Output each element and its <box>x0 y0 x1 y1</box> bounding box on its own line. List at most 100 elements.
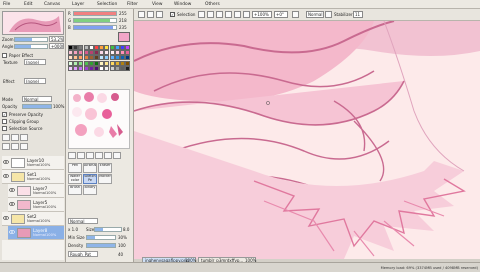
angle-value[interactable]: +0000 <box>49 43 64 49</box>
lasso-icon[interactable] <box>113 152 121 159</box>
mode-dropdown[interactable]: Normal <box>306 11 324 18</box>
clipping-group-checkbox[interactable] <box>2 119 7 124</box>
paper-effect-label: Paper Effect <box>9 53 34 58</box>
eraser-tool-button[interactable]: Eraser <box>98 163 112 173</box>
stabilizer-dropdown[interactable]: 11 <box>353 11 363 18</box>
selection-source-checkbox[interactable] <box>2 126 7 131</box>
canvas-artwork <box>134 21 480 259</box>
menu-file[interactable]: File <box>3 2 10 7</box>
marker-tool-button[interactable]: Marker <box>98 174 112 184</box>
brush-size-slider[interactable] <box>94 227 122 232</box>
layer-item[interactable]: Layer5 Normal 100% <box>8 198 64 212</box>
preserve-opacity-checkbox[interactable]: ✓ <box>2 112 7 117</box>
menu-selection[interactable]: Selection <box>97 2 117 7</box>
foreground-color-swatch[interactable] <box>118 32 130 42</box>
select-all-icon[interactable] <box>138 11 145 18</box>
menu-bar: File Edit Canvas Layer Selection Filter … <box>0 0 480 9</box>
eyedropper-icon[interactable] <box>95 152 103 159</box>
zoom-slider[interactable] <box>14 37 48 42</box>
pen-tool-button[interactable]: Pen <box>68 163 82 173</box>
eye-icon[interactable] <box>3 159 9 165</box>
zoom-in-icon[interactable] <box>207 11 214 18</box>
new-linework-icon[interactable] <box>11 134 19 141</box>
layer-opacity: 100% <box>46 205 57 209</box>
min-size-value: 30% <box>118 235 127 240</box>
layer-item[interactable]: Set2 Normal 100% <box>2 212 64 226</box>
menu-view[interactable]: View <box>152 2 162 7</box>
drawing-canvas[interactable] <box>134 21 480 259</box>
eye-icon[interactable] <box>3 173 9 179</box>
brush-texture-dropdown[interactable]: Rough_Pat <box>68 251 98 257</box>
sketch-tool-button[interactable]: Sketch Pe <box>83 174 97 184</box>
airbrush-tool-button[interactable]: AirBrush <box>83 163 97 173</box>
opacity-slider[interactable] <box>22 104 52 109</box>
scratchpad[interactable] <box>68 89 130 149</box>
paper-effect-checkbox[interactable] <box>2 53 7 58</box>
mode-label: Mode <box>2 97 13 102</box>
effect-dropdown[interactable]: (none) <box>24 78 46 84</box>
copy-layer-icon[interactable] <box>2 143 10 150</box>
layer-item[interactable]: Set1 Normal 100% <box>2 170 64 184</box>
new-folder-icon[interactable] <box>20 134 28 141</box>
eye-icon[interactable] <box>9 187 15 193</box>
navigator-preview[interactable] <box>2 11 64 35</box>
layer-thumbnail <box>17 200 31 210</box>
menu-layer[interactable]: Layer <box>72 2 84 7</box>
opacity-value: 100% <box>53 104 65 109</box>
texture-dropdown[interactable]: (none) <box>24 59 46 65</box>
top-toolbar: ✓ Selection +100% +0° Normal Stabilizer … <box>134 9 480 21</box>
brush-texture-amount: 40 <box>118 252 124 257</box>
zoom-dropdown[interactable]: +100% <box>252 11 272 18</box>
eye-icon[interactable] <box>9 229 15 235</box>
zoom-value[interactable]: 53.2% <box>49 36 64 42</box>
invert-selection-icon[interactable] <box>156 11 163 18</box>
layer-opacity: 100% <box>40 219 51 223</box>
move-icon[interactable] <box>104 152 112 159</box>
selection-checkbox[interactable]: ✓ <box>170 12 175 17</box>
binary-tool-button[interactable]: Binary <box>83 185 97 195</box>
min-size-slider[interactable] <box>86 235 116 240</box>
menu-canvas[interactable]: Canvas <box>44 2 60 7</box>
fit-icon[interactable] <box>225 11 232 18</box>
hand-icon[interactable] <box>77 152 85 159</box>
menu-edit[interactable]: Edit <box>24 2 33 7</box>
green-label: G <box>68 18 72 23</box>
density-slider[interactable] <box>86 243 116 248</box>
magnifier-icon[interactable] <box>68 152 76 159</box>
angle-slider[interactable] <box>14 44 48 49</box>
watercolor-tool-button[interactable]: Water color <box>68 174 82 184</box>
color-palette <box>68 45 131 79</box>
menu-window[interactable]: Window <box>174 2 191 7</box>
palette-swatch[interactable] <box>125 65 131 71</box>
rotate-right-icon[interactable] <box>243 11 250 18</box>
new-layer-icon[interactable] <box>2 134 10 141</box>
brush-tool-button[interactable]: Brush <box>68 185 82 195</box>
green-slider[interactable] <box>73 18 117 23</box>
brush-size-multiplier: x 1.0 <box>68 227 78 232</box>
blue-slider[interactable] <box>73 25 117 30</box>
eye-icon[interactable] <box>3 215 9 221</box>
brush-mode-dropdown[interactable]: Normal <box>68 218 98 224</box>
angle-dropdown[interactable]: +0° <box>274 11 288 18</box>
rotate-icon[interactable] <box>86 152 94 159</box>
deselect-icon[interactable] <box>147 11 154 18</box>
layer-item-selected[interactable]: Layer8 Normal 100% <box>8 226 64 240</box>
rotate-left-icon[interactable] <box>234 11 241 18</box>
delete-layer-icon[interactable] <box>20 143 28 150</box>
layer-thumbnail <box>11 158 25 168</box>
layer-mode: Normal <box>33 205 47 209</box>
flip-icon[interactable] <box>292 11 299 18</box>
menu-filter[interactable]: Filter <box>127 2 138 7</box>
mode-options-icon[interactable] <box>325 11 332 18</box>
merge-down-icon[interactable] <box>11 143 19 150</box>
selection-label: Selection <box>177 12 196 17</box>
blend-mode-dropdown[interactable]: Normal <box>22 96 52 102</box>
zoom-out-icon[interactable] <box>198 11 205 18</box>
layer-item[interactable]: Layer10 Normal 100% <box>2 156 64 170</box>
layer-item[interactable]: Layer7 Normal 100% <box>8 184 64 198</box>
layer-opacity: 100% <box>40 177 51 181</box>
zoom-reset-icon[interactable] <box>216 11 223 18</box>
menu-others[interactable]: Others <box>205 2 220 7</box>
eye-icon[interactable] <box>9 201 15 207</box>
red-slider[interactable] <box>73 11 117 16</box>
